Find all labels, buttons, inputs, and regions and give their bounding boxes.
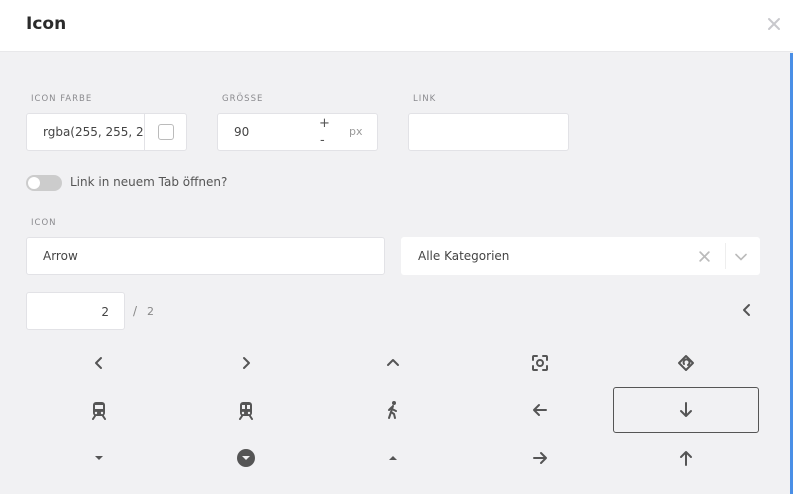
page-current: 2 [101,305,109,319]
icon-option[interactable] [173,435,319,481]
train-icon [92,402,106,420]
chevron-up-icon [387,359,399,366]
icon-option[interactable] [26,387,172,433]
focus-frame-icon [532,355,548,371]
icon-option[interactable] [173,387,319,433]
dialog-header: Icon [0,0,793,52]
color-swatch[interactable] [158,124,174,140]
page-separator: / [133,304,138,318]
size-decrement-button[interactable]: - [320,134,325,147]
size-value: 90 [234,125,250,139]
toggle-knob [28,177,40,189]
new-tab-label: Link in neuem Tab öffnen? [70,175,228,189]
arrow-right-icon [533,452,547,464]
icon-option[interactable] [320,340,466,386]
icon-option[interactable] [173,340,319,386]
icon-option[interactable] [26,340,172,386]
category-value: Alle Kategorien [418,249,510,263]
chevron-right-icon [243,357,250,369]
select-divider [725,243,726,269]
page-total: 2 [147,305,154,318]
arrow-left-icon [533,404,547,416]
walking-person-icon [388,401,397,419]
page-input[interactable] [26,292,125,330]
dialog-title: Icon [26,14,67,34]
icon-label: ICON [31,218,57,228]
size-unit: px [349,125,363,138]
clear-icon[interactable] [698,250,711,263]
icon-option[interactable] [467,387,613,433]
icon-option[interactable] [467,435,613,481]
icon-search-input[interactable] [26,237,385,275]
icon-search-value: Arrow [43,249,78,263]
circle-caret-down-icon [237,449,255,467]
icon-option[interactable] [467,340,613,386]
size-label: GRÖSSE [222,94,264,104]
size-increment-button[interactable]: + [319,117,330,130]
icon-option[interactable] [613,435,759,481]
color-label: ICON FARBE [31,94,93,104]
icon-option[interactable] [26,435,172,481]
caret-up-icon [389,456,397,460]
chevron-down-icon[interactable] [734,250,748,263]
link-label: LINK [413,94,437,104]
color-divider [144,113,145,151]
chevron-left-icon [95,357,102,369]
caret-down-icon [95,456,103,460]
previous-page-icon[interactable] [740,303,754,317]
close-icon[interactable] [766,16,782,32]
icon-option[interactable] [320,387,466,433]
icon-option[interactable] [613,340,759,386]
arrow-down-icon [680,402,692,417]
subway-icon [239,402,253,420]
new-tab-toggle[interactable] [26,175,62,191]
rotate-diamond-icon [678,355,694,371]
icon-option[interactable] [320,435,466,481]
link-input[interactable] [408,113,569,151]
arrow-up-icon [680,451,692,466]
color-value: rgba(255, 255, 255 [43,125,144,139]
icon-option[interactable] [613,387,759,433]
